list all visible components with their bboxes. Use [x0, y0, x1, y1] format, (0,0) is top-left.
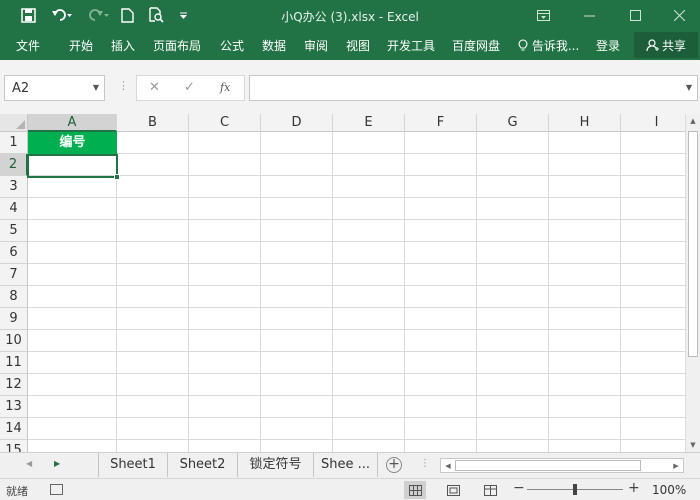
- tab-insert[interactable]: 插入: [111, 37, 135, 54]
- enter-check-icon[interactable]: ✓: [184, 80, 195, 95]
- scroll-right-icon[interactable]: ▶: [669, 459, 683, 472]
- vertical-scroll-thumb[interactable]: [688, 131, 698, 357]
- page-layout-view-icon[interactable]: [442, 481, 464, 499]
- vertical-scrollbar[interactable]: ▲ ▼: [685, 114, 700, 452]
- row-header[interactable]: 15: [0, 440, 28, 452]
- normal-view-icon[interactable]: [404, 481, 426, 499]
- row-header[interactable]: 14: [0, 418, 28, 440]
- close-icon[interactable]: [656, 0, 700, 30]
- row-header[interactable]: 1: [0, 132, 28, 154]
- formula-input[interactable]: ▼: [249, 75, 698, 101]
- name-box[interactable]: A2 ▼: [4, 75, 105, 101]
- tab-data[interactable]: 数据: [262, 37, 286, 54]
- chevron-down-icon[interactable]: ▼: [93, 83, 99, 92]
- zoom-out-icon[interactable]: −: [513, 480, 525, 496]
- print-preview-icon[interactable]: [146, 4, 166, 26]
- expand-formula-bar-icon[interactable]: ▼: [686, 83, 692, 92]
- tell-me-label: 告诉我...: [531, 39, 580, 53]
- tell-me-search[interactable]: 告诉我...: [518, 37, 579, 54]
- new-file-icon[interactable]: [118, 4, 136, 26]
- worksheet-grid[interactable]: A B C D E F G H I 1 2 3 4 5 6 7 8 9 10 1…: [0, 114, 685, 452]
- status-ready: 就绪: [6, 485, 28, 498]
- row-header[interactable]: 11: [0, 352, 28, 374]
- maximize-icon[interactable]: [612, 0, 658, 30]
- formula-bar-area: A2 ▼ ⋮ ✕ ✓ fx ▼: [0, 60, 700, 114]
- column-header[interactable]: D: [261, 114, 333, 132]
- sheet-tab-sheet1[interactable]: Sheet1: [98, 453, 168, 477]
- redo-icon[interactable]: [84, 4, 114, 26]
- tab-file[interactable]: 文件: [16, 37, 40, 54]
- column-header[interactable]: E: [333, 114, 405, 132]
- active-cell-a2[interactable]: [27, 154, 120, 180]
- column-header[interactable]: C: [189, 114, 261, 132]
- prev-sheet-icon[interactable]: ◀: [26, 459, 32, 468]
- share-button[interactable]: 共享: [634, 32, 698, 58]
- horizontal-scroll-thumb[interactable]: [455, 460, 641, 471]
- row-header[interactable]: 6: [0, 242, 28, 264]
- row-header[interactable]: 9: [0, 308, 28, 330]
- save-icon[interactable]: [16, 4, 40, 26]
- macro-record-icon[interactable]: [50, 484, 63, 495]
- title-bar: 小Q办公 (3).xlsx - Excel: [0, 0, 700, 30]
- row-header[interactable]: 5: [0, 220, 28, 242]
- undo-icon[interactable]: [46, 4, 78, 26]
- ribbon-display-options-icon[interactable]: [520, 0, 566, 30]
- row-header[interactable]: 10: [0, 330, 28, 352]
- row-header[interactable]: 7: [0, 264, 28, 286]
- name-box-value: A2: [12, 81, 30, 96]
- minimize-icon[interactable]: [566, 0, 612, 30]
- person-icon: [646, 38, 659, 51]
- scroll-down-icon[interactable]: ▼: [686, 438, 700, 452]
- cancel-icon[interactable]: ✕: [149, 80, 160, 95]
- add-sheet-icon[interactable]: +: [386, 457, 402, 473]
- sheet-tab-lock-symbol[interactable]: 锁定符号: [238, 453, 314, 477]
- zoom-slider-knob[interactable]: [573, 484, 577, 495]
- lightbulb-icon: [518, 39, 528, 51]
- next-sheet-icon[interactable]: ▶: [54, 459, 60, 468]
- row-header[interactable]: 13: [0, 396, 28, 418]
- tab-home[interactable]: 开始: [69, 37, 93, 54]
- tab-developer[interactable]: 开发工具: [387, 37, 435, 54]
- insert-function-icon[interactable]: fx: [220, 81, 230, 94]
- fill-handle[interactable]: [114, 174, 120, 180]
- tab-split-handle[interactable]: ⋮: [420, 458, 430, 469]
- zoom-level[interactable]: 100%: [652, 483, 686, 497]
- row-header[interactable]: 4: [0, 198, 28, 220]
- column-header[interactable]: H: [549, 114, 621, 132]
- scroll-up-icon[interactable]: ▲: [686, 114, 700, 128]
- sheet-tab-bar: ◀ ▶ Sheet1 Sheet2 锁定符号 Shee ... + ⋮ ◀ ▶: [0, 452, 700, 478]
- horizontal-scrollbar[interactable]: ◀ ▶: [440, 458, 684, 473]
- formula-bar-resize-handle[interactable]: ⋮: [118, 79, 129, 92]
- column-header[interactable]: I: [621, 114, 685, 132]
- row-header[interactable]: 3: [0, 176, 28, 198]
- tab-view[interactable]: 视图: [346, 37, 370, 54]
- customize-qat-icon[interactable]: [176, 4, 190, 26]
- row-header[interactable]: 12: [0, 374, 28, 396]
- sheet-tab-more[interactable]: Shee ...: [314, 453, 378, 477]
- select-all-button[interactable]: [0, 114, 28, 132]
- tab-page-layout[interactable]: 页面布局: [153, 37, 201, 54]
- sheet-tab-sheet2[interactable]: Sheet2: [168, 453, 238, 477]
- zoom-in-icon[interactable]: +: [628, 480, 640, 496]
- page-break-view-icon[interactable]: [479, 481, 501, 499]
- tab-baidu-netdisk[interactable]: 百度网盘: [452, 37, 500, 54]
- column-header[interactable]: B: [117, 114, 189, 132]
- scroll-left-icon[interactable]: ◀: [441, 459, 455, 472]
- formula-buttons: ✕ ✓ fx: [136, 75, 245, 101]
- column-header[interactable]: G: [477, 114, 549, 132]
- row-header[interactable]: 8: [0, 286, 28, 308]
- cell-a1[interactable]: 编号: [28, 132, 117, 155]
- tab-formulas[interactable]: 公式: [220, 37, 244, 54]
- status-bar: 就绪 − + 100%: [0, 478, 700, 500]
- column-header[interactable]: A: [28, 114, 117, 132]
- row-header[interactable]: 2: [0, 154, 28, 176]
- ribbon-tab-bar: 文件 开始 插入 页面布局 公式 数据 审阅 视图 开发工具 百度网盘 告诉我.…: [0, 30, 700, 60]
- tab-review[interactable]: 审阅: [304, 37, 328, 54]
- column-header[interactable]: F: [405, 114, 477, 132]
- login-link[interactable]: 登录: [596, 37, 620, 54]
- share-label: 共享: [661, 38, 686, 53]
